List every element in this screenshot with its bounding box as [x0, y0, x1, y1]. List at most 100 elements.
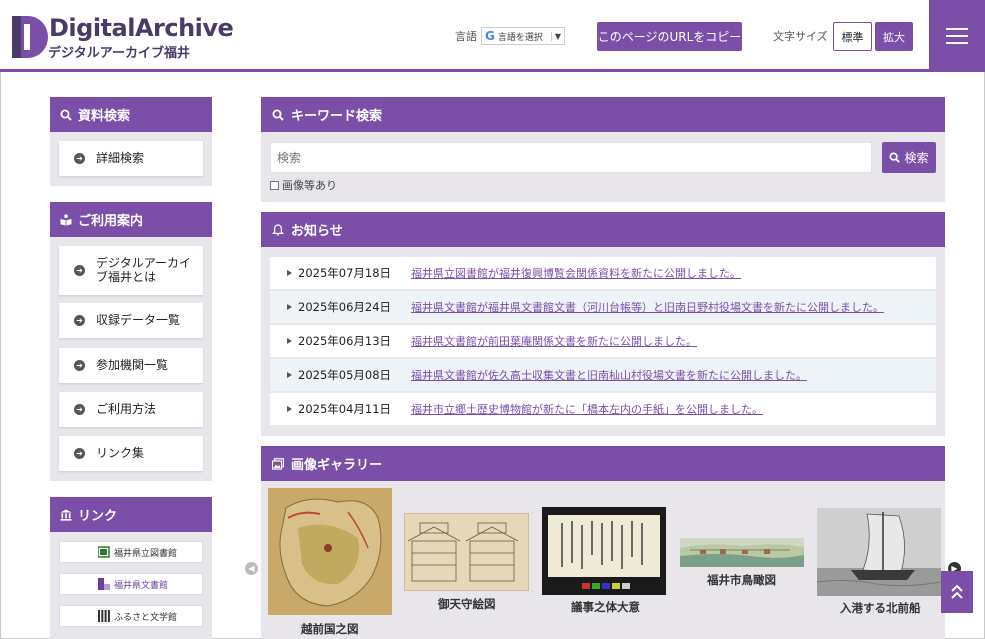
library-logo-icon	[98, 546, 110, 558]
arrow-circle-icon: ➔	[74, 315, 85, 326]
language-select[interactable]: G 言語を選択 ▼	[481, 27, 565, 45]
logo-d-mark	[12, 16, 48, 58]
triangle-bullet-icon	[287, 372, 292, 378]
sidebar-search-header: 資料検索	[50, 97, 212, 132]
news-row: 2025年05月08日 福井県文書館が佐久高士収集文書と旧南杣山村役場文書を新た…	[270, 359, 936, 391]
sidebar-item-label: リンク集	[96, 445, 145, 460]
gallery-caption: 議事之体大意	[571, 600, 640, 614]
news-row: 2025年06月13日 福井県文書館が前田葉庵関係文書を新たに公開しました。	[270, 325, 936, 357]
image-filter-checkbox[interactable]	[270, 180, 279, 190]
news-date-text: 2025年06月13日	[298, 334, 392, 348]
search-icon	[272, 109, 284, 121]
news-date-text: 2025年06月24日	[298, 300, 392, 314]
language-label: 言語	[455, 30, 477, 43]
link-banner-archives[interactable]: 福井県文書館	[59, 573, 203, 595]
sidebar-search-title: 資料検索	[78, 109, 131, 124]
logo-sub-text: デジタルアーカイブ福井	[48, 46, 190, 61]
gallery-panel: 画像ギャラリー ◀ 越前国之図 御天守絵図 議事之体大意 福井市鳥瞰図 入港する…	[245, 446, 961, 639]
gallery-header: 画像ギャラリー	[261, 446, 945, 481]
sidebar-item-links[interactable]: ➔ リンク集	[59, 436, 203, 471]
news-link[interactable]: 福井県立図書館が福井復興博覧会関係資料を新たに公開しました。	[411, 265, 741, 281]
gallery-caption: 入港する北前船	[840, 601, 921, 615]
news-link[interactable]: 福井県文書館が福井県文書館文書（河川台帳等）と旧南日野村役場文書を新たに公開しま…	[411, 299, 884, 315]
arrow-circle-icon: ➔	[74, 448, 85, 459]
arrow-circle-icon: ➔	[74, 265, 85, 276]
news-link[interactable]: 福井市立郷土歴史博物館が新たに「橋本左内の手紙」を公開しました。	[411, 401, 763, 417]
arrow-circle-icon: ➔	[74, 153, 85, 164]
archives-logo-icon	[98, 578, 110, 590]
gallery-image-echizen-map[interactable]	[268, 488, 392, 615]
bell-icon	[272, 223, 284, 236]
news-date: 2025年04月11日	[270, 401, 411, 417]
language-select-value: 言語を選択	[497, 32, 543, 43]
sidebar-item-label: 詳細検索	[96, 150, 145, 165]
sidebar-item-data-list[interactable]: ➔ 収録データ一覧	[59, 303, 203, 338]
news-date-text: 2025年07月18日	[298, 266, 392, 280]
chevron-left-icon[interactable]: ◀	[245, 562, 258, 575]
news-row: 2025年06月24日 福井県文書館が福井県文書館文書（河川台帳等）と旧南日野村…	[270, 291, 936, 323]
font-size-standard-button[interactable]: 標準	[833, 22, 872, 51]
gallery-caption: 福井市鳥瞰図	[707, 573, 776, 587]
news-link[interactable]: 福井県文書館が佐久高士収集文書と旧南杣山村役場文書を新たに公開しました。	[411, 367, 807, 383]
double-up-icon	[951, 584, 963, 599]
building-icon	[60, 509, 72, 521]
gallery-caption: 越前国之図	[301, 622, 359, 636]
news-date-text: 2025年05月08日	[298, 368, 392, 382]
site-logo[interactable]: DigitalArchive デジタルアーカイブ福井	[12, 14, 234, 61]
gallery-image-kitamaebune[interactable]	[817, 508, 941, 596]
keyword-search-button[interactable]: 検索	[882, 142, 936, 173]
keyword-search-header: キーワード検索	[261, 97, 945, 132]
copy-url-button[interactable]: このページのURLをコピー	[597, 22, 742, 51]
sidebar-search-section: 資料検索 ➔ 詳細検索	[50, 97, 212, 186]
sidebar-guide-section: ご利用案内 ➔ デジタルアーカイブ福井とは ➔ 収録データ一覧 ➔ 参加機関一覧…	[50, 202, 212, 481]
gallery-image-birdseye-view[interactable]	[680, 538, 804, 567]
news-row: 2025年07月18日 福井県立図書館が福井復興博覧会関係資料を新たに公開しまし…	[270, 257, 936, 289]
triangle-bullet-icon	[287, 304, 292, 310]
google-icon: G	[485, 29, 495, 43]
news-row: 2025年04月11日 福井市立郷土歴史博物館が新たに「橋本左内の手紙」を公開し…	[270, 393, 936, 425]
sidebar-guide-title: ご利用案内	[78, 214, 144, 229]
link-banner-label: 福井県立図書館	[114, 548, 178, 559]
news-date-text: 2025年04月11日	[298, 402, 392, 416]
arrow-circle-icon: ➔	[74, 360, 85, 371]
book-icon	[60, 213, 72, 225]
keyword-search-title: キーワード検索	[291, 109, 383, 124]
sidebar-item-about[interactable]: ➔ デジタルアーカイブ福井とは	[59, 246, 203, 295]
news-panel: お知らせ 2025年07月18日 福井県立図書館が福井復興博覧会関係資料を新たに…	[261, 212, 945, 436]
sidebar-item-label: 収録データ一覧	[96, 312, 181, 327]
arrow-circle-icon: ➔	[74, 404, 85, 415]
sidebar-item-usage[interactable]: ➔ ご利用方法	[59, 392, 203, 427]
sidebar-item-label: デジタルアーカイブ福井とは	[96, 255, 192, 284]
image-filter-checkbox-row[interactable]: 画像等あり	[270, 177, 337, 193]
keyword-search-button-label: 検索	[904, 151, 929, 165]
font-size-label: 文字サイズ	[773, 30, 828, 43]
sidebar-item-label: 参加機関一覧	[96, 357, 169, 372]
menu-icon	[946, 28, 968, 44]
gallery-caption: 御天守絵図	[438, 597, 496, 611]
news-title: お知らせ	[291, 224, 343, 239]
menu-button[interactable]	[929, 0, 985, 72]
back-to-top-button[interactable]	[941, 571, 973, 613]
sidebar-links-header: リンク	[50, 497, 212, 532]
gallery-image-tenshu-drawing[interactable]	[404, 513, 529, 591]
search-icon	[889, 152, 901, 163]
gallery-title: 画像ギャラリー	[291, 458, 383, 473]
sidebar-item-advanced-search[interactable]: ➔ 詳細検索	[59, 141, 203, 176]
link-banner-literature-museum[interactable]: ふるさと文学館	[59, 605, 203, 627]
link-banner-library[interactable]: 福井県立図書館	[59, 541, 203, 563]
link-banner-label: ふるさと文学館	[114, 612, 178, 623]
sidebar-links-title: リンク	[78, 509, 118, 524]
triangle-bullet-icon	[287, 406, 292, 412]
keyword-search-panel: キーワード検索 検索 画像等あり	[261, 97, 945, 202]
news-date: 2025年05月08日	[270, 367, 411, 383]
font-size-large-button[interactable]: 拡大	[875, 22, 913, 51]
gallery-image-document[interactable]	[542, 507, 666, 595]
triangle-bullet-icon	[287, 270, 292, 276]
news-date: 2025年06月24日	[270, 299, 411, 315]
triangle-bullet-icon	[287, 338, 292, 344]
news-link[interactable]: 福井県文書館が前田葉庵関係文書を新たに公開しました。	[411, 333, 697, 349]
sidebar-guide-header: ご利用案内	[50, 202, 212, 237]
sidebar-item-institutions[interactable]: ➔ 参加機関一覧	[59, 348, 203, 383]
gallery-icon	[272, 457, 284, 470]
keyword-search-input[interactable]	[270, 142, 872, 173]
